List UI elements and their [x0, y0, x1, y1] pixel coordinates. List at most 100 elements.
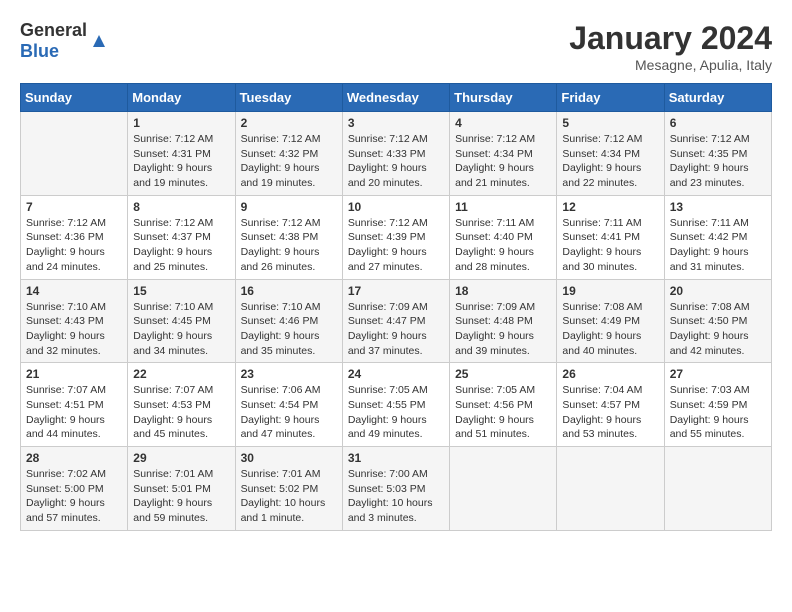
calendar-cell: 5 Sunrise: 7:12 AM Sunset: 4:34 PM Daylig…: [557, 112, 664, 196]
cell-content: Sunrise: 7:08 AM Sunset: 4:50 PM Dayligh…: [670, 300, 766, 359]
cell-content: Sunrise: 7:01 AM Sunset: 5:01 PM Dayligh…: [133, 467, 229, 526]
cell-content: Sunrise: 7:05 AM Sunset: 4:55 PM Dayligh…: [348, 383, 444, 442]
calendar-cell: 8 Sunrise: 7:12 AM Sunset: 4:37 PM Daylig…: [128, 195, 235, 279]
cell-content: Sunrise: 7:10 AM Sunset: 4:45 PM Dayligh…: [133, 300, 229, 359]
day-number: 26: [562, 367, 658, 381]
calendar-cell: 12 Sunrise: 7:11 AM Sunset: 4:41 PM Dayli…: [557, 195, 664, 279]
day-number: 3: [348, 116, 444, 130]
cell-content: Sunrise: 7:09 AM Sunset: 4:48 PM Dayligh…: [455, 300, 551, 359]
calendar-cell: 9 Sunrise: 7:12 AM Sunset: 4:38 PM Daylig…: [235, 195, 342, 279]
logo-text: General Blue: [20, 20, 87, 62]
day-number: 20: [670, 284, 766, 298]
calendar-cell: 31 Sunrise: 7:00 AM Sunset: 5:03 PM Dayli…: [342, 447, 449, 531]
calendar-cell: 14 Sunrise: 7:10 AM Sunset: 4:43 PM Dayli…: [21, 279, 128, 363]
day-number: 31: [348, 451, 444, 465]
cell-content: Sunrise: 7:12 AM Sunset: 4:34 PM Dayligh…: [455, 132, 551, 191]
cell-content: Sunrise: 7:12 AM Sunset: 4:36 PM Dayligh…: [26, 216, 122, 275]
day-number: 4: [455, 116, 551, 130]
cell-content: Sunrise: 7:12 AM Sunset: 4:39 PM Dayligh…: [348, 216, 444, 275]
calendar-cell: [21, 112, 128, 196]
week-row-3: 14 Sunrise: 7:10 AM Sunset: 4:43 PM Dayli…: [21, 279, 772, 363]
day-number: 1: [133, 116, 229, 130]
cell-content: Sunrise: 7:04 AM Sunset: 4:57 PM Dayligh…: [562, 383, 658, 442]
day-number: 6: [670, 116, 766, 130]
title-block: January 2024 Mesagne, Apulia, Italy: [569, 20, 772, 73]
calendar-cell: 25Sunrise: 7:05 AM Sunset: 4:56 PM Dayli…: [450, 363, 557, 447]
day-number: 23: [241, 367, 337, 381]
calendar-cell: [664, 447, 771, 531]
day-header-sunday: Sunday: [21, 84, 128, 112]
calendar-cell: 6 Sunrise: 7:12 AM Sunset: 4:35 PM Daylig…: [664, 112, 771, 196]
week-row-2: 7 Sunrise: 7:12 AM Sunset: 4:36 PM Daylig…: [21, 195, 772, 279]
calendar-cell: 21 Sunrise: 7:07 AM Sunset: 4:51 PM Dayli…: [21, 363, 128, 447]
day-number: 2: [241, 116, 337, 130]
month-year: January 2024: [569, 20, 772, 57]
day-header-wednesday: Wednesday: [342, 84, 449, 112]
calendar-cell: 7 Sunrise: 7:12 AM Sunset: 4:36 PM Daylig…: [21, 195, 128, 279]
logo-blue: Blue: [20, 41, 59, 61]
logo: General Blue: [20, 20, 109, 62]
cell-content: Sunrise: 7:12 AM Sunset: 4:31 PM Dayligh…: [133, 132, 229, 191]
day-number: 21: [26, 367, 122, 381]
calendar-cell: 15Sunrise: 7:10 AM Sunset: 4:45 PM Dayli…: [128, 279, 235, 363]
day-header-monday: Monday: [128, 84, 235, 112]
cell-content: Sunrise: 7:00 AM Sunset: 5:03 PM Dayligh…: [348, 467, 444, 526]
day-number: 11: [455, 200, 551, 214]
day-number: 5: [562, 116, 658, 130]
day-header-thursday: Thursday: [450, 84, 557, 112]
cell-content: Sunrise: 7:12 AM Sunset: 4:38 PM Dayligh…: [241, 216, 337, 275]
calendar-cell: 3Sunrise: 7:12 AM Sunset: 4:33 PM Daylig…: [342, 112, 449, 196]
page-header: General Blue January 2024 Mesagne, Apuli…: [20, 20, 772, 73]
calendar-cell: [557, 447, 664, 531]
cell-content: Sunrise: 7:12 AM Sunset: 4:32 PM Dayligh…: [241, 132, 337, 191]
day-number: 27: [670, 367, 766, 381]
calendar-cell: 26 Sunrise: 7:04 AM Sunset: 4:57 PM Dayli…: [557, 363, 664, 447]
day-number: 14: [26, 284, 122, 298]
calendar-cell: 29Sunrise: 7:01 AM Sunset: 5:01 PM Dayli…: [128, 447, 235, 531]
calendar-cell: 28 Sunrise: 7:02 AM Sunset: 5:00 PM Dayli…: [21, 447, 128, 531]
cell-content: Sunrise: 7:12 AM Sunset: 4:34 PM Dayligh…: [562, 132, 658, 191]
day-number: 18: [455, 284, 551, 298]
day-number: 8: [133, 200, 229, 214]
week-row-5: 28 Sunrise: 7:02 AM Sunset: 5:00 PM Dayli…: [21, 447, 772, 531]
cell-content: Sunrise: 7:10 AM Sunset: 4:43 PM Dayligh…: [26, 300, 122, 359]
day-number: 30: [241, 451, 337, 465]
cell-content: Sunrise: 7:02 AM Sunset: 5:00 PM Dayligh…: [26, 467, 122, 526]
day-number: 28: [26, 451, 122, 465]
cell-content: Sunrise: 7:11 AM Sunset: 4:41 PM Dayligh…: [562, 216, 658, 275]
calendar-cell: 17Sunrise: 7:09 AM Sunset: 4:47 PM Dayli…: [342, 279, 449, 363]
calendar-cell: 2 Sunrise: 7:12 AM Sunset: 4:32 PM Daylig…: [235, 112, 342, 196]
cell-content: Sunrise: 7:12 AM Sunset: 4:35 PM Dayligh…: [670, 132, 766, 191]
logo-icon: [89, 31, 109, 51]
cell-content: Sunrise: 7:07 AM Sunset: 4:51 PM Dayligh…: [26, 383, 122, 442]
calendar-cell: 19 Sunrise: 7:08 AM Sunset: 4:49 PM Dayli…: [557, 279, 664, 363]
cell-content: Sunrise: 7:01 AM Sunset: 5:02 PM Dayligh…: [241, 467, 337, 526]
day-number: 24: [348, 367, 444, 381]
calendar-cell: 22 Sunrise: 7:07 AM Sunset: 4:53 PM Dayli…: [128, 363, 235, 447]
header-row: SundayMondayTuesdayWednesdayThursdayFrid…: [21, 84, 772, 112]
cell-content: Sunrise: 7:09 AM Sunset: 4:47 PM Dayligh…: [348, 300, 444, 359]
calendar-cell: 23Sunrise: 7:06 AM Sunset: 4:54 PM Dayli…: [235, 363, 342, 447]
day-number: 7: [26, 200, 122, 214]
day-number: 12: [562, 200, 658, 214]
calendar-cell: 11Sunrise: 7:11 AM Sunset: 4:40 PM Dayli…: [450, 195, 557, 279]
cell-content: Sunrise: 7:05 AM Sunset: 4:56 PM Dayligh…: [455, 383, 551, 442]
calendar-cell: 20 Sunrise: 7:08 AM Sunset: 4:50 PM Dayli…: [664, 279, 771, 363]
day-header-tuesday: Tuesday: [235, 84, 342, 112]
day-number: 9: [241, 200, 337, 214]
location: Mesagne, Apulia, Italy: [569, 57, 772, 73]
day-number: 10: [348, 200, 444, 214]
logo-general: General: [20, 20, 87, 40]
calendar-cell: 27Sunrise: 7:03 AM Sunset: 4:59 PM Dayli…: [664, 363, 771, 447]
calendar-cell: 18 Sunrise: 7:09 AM Sunset: 4:48 PM Dayli…: [450, 279, 557, 363]
calendar-cell: 30 Sunrise: 7:01 AM Sunset: 5:02 PM Dayli…: [235, 447, 342, 531]
calendar-cell: 24 Sunrise: 7:05 AM Sunset: 4:55 PM Dayli…: [342, 363, 449, 447]
day-number: 19: [562, 284, 658, 298]
cell-content: Sunrise: 7:08 AM Sunset: 4:49 PM Dayligh…: [562, 300, 658, 359]
cell-content: Sunrise: 7:07 AM Sunset: 4:53 PM Dayligh…: [133, 383, 229, 442]
day-number: 22: [133, 367, 229, 381]
calendar-table: SundayMondayTuesdayWednesdayThursdayFrid…: [20, 83, 772, 531]
cell-content: Sunrise: 7:12 AM Sunset: 4:37 PM Dayligh…: [133, 216, 229, 275]
week-row-1: 1 Sunrise: 7:12 AM Sunset: 4:31 PM Daylig…: [21, 112, 772, 196]
day-header-friday: Friday: [557, 84, 664, 112]
